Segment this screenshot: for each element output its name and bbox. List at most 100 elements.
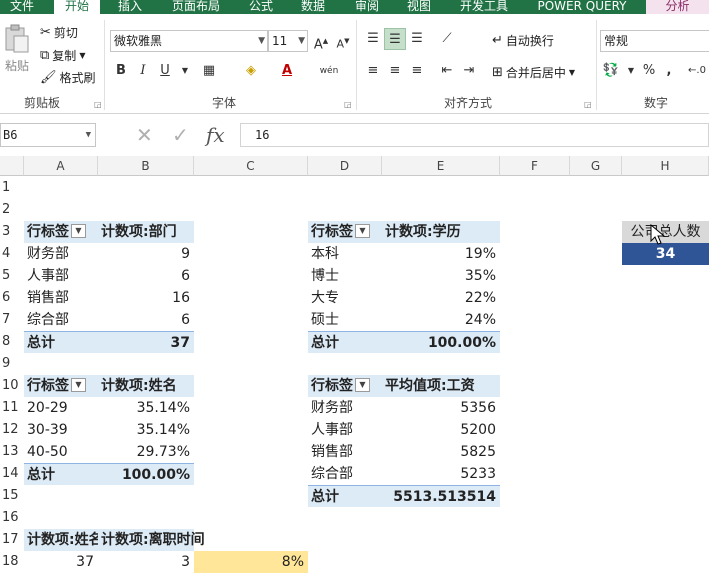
enter-icon[interactable]: ✓ <box>172 123 189 147</box>
pivot-total-value[interactable]: 5513.513514 <box>382 485 500 507</box>
pivot-row-label-header[interactable]: 行标签 ▼ <box>24 375 98 397</box>
pivot-row-value[interactable]: 5356 <box>382 397 500 419</box>
pivot-row-key[interactable]: 本科 <box>308 243 382 265</box>
pivot-total-label[interactable]: 总计 <box>24 331 98 353</box>
select-all-corner[interactable] <box>0 156 24 176</box>
pivot-row-key[interactable]: 销售部 <box>308 441 382 463</box>
row-header[interactable]: 6 <box>0 287 24 309</box>
tab-developer[interactable]: 开发工具 <box>452 0 516 14</box>
pivot-row-key[interactable]: 财务部 <box>24 243 98 265</box>
shrink-font-button[interactable]: A▼ <box>332 30 354 52</box>
pivot-row-value[interactable]: 5233 <box>382 463 500 485</box>
decimal-button[interactable]: ←.0 <box>686 60 708 82</box>
row-header[interactable]: 18 <box>0 551 24 573</box>
pivot-value-header[interactable]: 计数项:姓名 <box>98 375 194 397</box>
tab-formulas[interactable]: 公式 <box>244 0 278 14</box>
pivot-value-header[interactable]: 计数项:部门 <box>98 221 194 243</box>
align-top-button[interactable]: ☰ <box>362 28 384 50</box>
column-header-h[interactable]: H <box>622 156 709 176</box>
align-center-button[interactable]: ≡ <box>384 60 406 82</box>
row-header[interactable]: 7 <box>0 309 24 331</box>
pivot-value-header[interactable]: 平均值项:工资 <box>382 375 500 397</box>
insert-function-icon[interactable]: fx <box>206 123 225 147</box>
bold-button[interactable]: B <box>110 60 132 82</box>
chevron-down-icon[interactable]: ▼ <box>174 60 196 82</box>
pivot-row-label-header[interactable]: 行标签 ▼ <box>308 221 382 243</box>
decrease-indent-button[interactable]: ⇤ <box>436 60 458 82</box>
underline-button[interactable]: U <box>154 60 176 82</box>
cut-button[interactable]: ✂ 剪切 <box>40 24 78 41</box>
filter-dropdown-icon[interactable]: ▼ <box>355 378 370 392</box>
font-launcher-icon[interactable]: ◲ <box>344 100 352 109</box>
pivot-row-value[interactable]: 22% <box>382 287 500 309</box>
pivot-row-value[interactable]: 35% <box>382 265 500 287</box>
pivot-row-key[interactable]: 30-39 <box>24 419 98 441</box>
format-painter-button[interactable]: 🖌 格式刷 <box>40 69 96 86</box>
pivot-row-label-header[interactable]: 行标签 ▼ <box>308 375 382 397</box>
pivot-row-value[interactable]: 6 <box>98 265 194 287</box>
headcount-value[interactable]: 37 <box>24 551 98 573</box>
row-header[interactable]: 1 <box>0 177 24 199</box>
pivot-value-header[interactable]: 计数项:离职时间 <box>98 529 205 551</box>
filter-dropdown-icon[interactable]: ▼ <box>71 378 86 392</box>
copy-button[interactable]: ⧉ 复制 ▼ <box>40 47 85 64</box>
row-header[interactable]: 13 <box>0 441 24 463</box>
row-header[interactable]: 11 <box>0 397 24 419</box>
tab-power-query[interactable]: POWER QUERY <box>530 0 634 14</box>
row-header[interactable]: 17 <box>0 529 24 551</box>
percent-style-button[interactable]: % <box>638 60 660 82</box>
wrap-text-button[interactable]: ↵ 自动换行 <box>492 32 554 49</box>
pivot-row-value[interactable]: 19% <box>382 243 500 265</box>
pivot-total-value[interactable]: 100.00% <box>382 331 500 353</box>
worksheet-grid[interactable]: A B C D E F G H 1 2 3 4 5 6 7 8 9 10 11 … <box>0 156 709 582</box>
pivot-total-label[interactable]: 总计 <box>24 463 98 485</box>
name-box[interactable]: B6 ▼ <box>0 123 96 147</box>
orientation-button[interactable]: ⟋ <box>436 28 458 50</box>
column-header-e[interactable]: E <box>382 156 500 176</box>
column-header-c[interactable]: C <box>194 156 308 176</box>
pivot-row-key[interactable]: 综合部 <box>308 463 382 485</box>
filter-dropdown-icon[interactable]: ▼ <box>71 224 86 238</box>
borders-button[interactable]: ▦ <box>198 60 220 82</box>
formula-input[interactable]: 16 <box>240 123 709 147</box>
font-name-combo[interactable]: 微软雅黑 ▼ <box>110 30 268 52</box>
align-middle-button[interactable]: ☰ <box>384 28 406 50</box>
row-header[interactable]: 15 <box>0 485 24 507</box>
clipboard-launcher-icon[interactable]: ◲ <box>94 100 102 109</box>
italic-button[interactable]: I <box>132 60 154 82</box>
pivot-total-value[interactable]: 37 <box>98 331 194 353</box>
number-format-combo[interactable]: 常规 <box>600 30 709 52</box>
leavers-value[interactable]: 3 <box>98 551 194 573</box>
pivot-row-value[interactable]: 35.14% <box>98 419 194 441</box>
tab-review[interactable]: 审阅 <box>350 0 384 14</box>
column-header-a[interactable]: A <box>24 156 98 176</box>
pivot-row-value[interactable]: 5200 <box>382 419 500 441</box>
row-header[interactable]: 12 <box>0 419 24 441</box>
row-header[interactable]: 5 <box>0 265 24 287</box>
pivot-row-value-selected[interactable]: 16 <box>98 287 194 309</box>
row-header[interactable]: 3 <box>0 221 24 243</box>
column-header-d[interactable]: D <box>308 156 382 176</box>
align-right-button[interactable]: ≡ <box>406 60 428 82</box>
fill-color-button[interactable]: ◈ <box>240 60 262 82</box>
pivot-total-value[interactable]: 100.00% <box>98 463 194 485</box>
tab-file[interactable]: 文件 <box>0 0 44 14</box>
tab-home[interactable]: 开始 <box>54 0 100 14</box>
tab-page-layout[interactable]: 页面布局 <box>164 0 228 14</box>
grow-font-button[interactable]: A▲ <box>310 30 332 52</box>
pivot-row-value[interactable]: 24% <box>382 309 500 331</box>
attrition-rate-cell[interactable]: 8% <box>194 551 308 573</box>
pivot-row-key[interactable]: 人事部 <box>24 265 98 287</box>
phonetic-button[interactable]: wén <box>318 60 340 82</box>
row-header[interactable]: 10 <box>0 375 24 397</box>
pivot-row-key[interactable]: 销售部 <box>24 287 98 309</box>
pivot-row-value[interactable]: 29.73% <box>98 441 194 463</box>
pivot-value-header[interactable]: 计数项:姓名 <box>24 529 98 551</box>
pivot-row-label-header[interactable]: 行标签 ▼ <box>24 221 98 243</box>
pivot-total-label[interactable]: 总计 <box>308 331 382 353</box>
row-header[interactable]: 9 <box>0 353 24 375</box>
tab-data[interactable]: 数据 <box>296 0 330 14</box>
pivot-row-key[interactable]: 20-29 <box>24 397 98 419</box>
row-header[interactable]: 8 <box>0 331 24 353</box>
pivot-total-label[interactable]: 总计 <box>308 485 382 507</box>
